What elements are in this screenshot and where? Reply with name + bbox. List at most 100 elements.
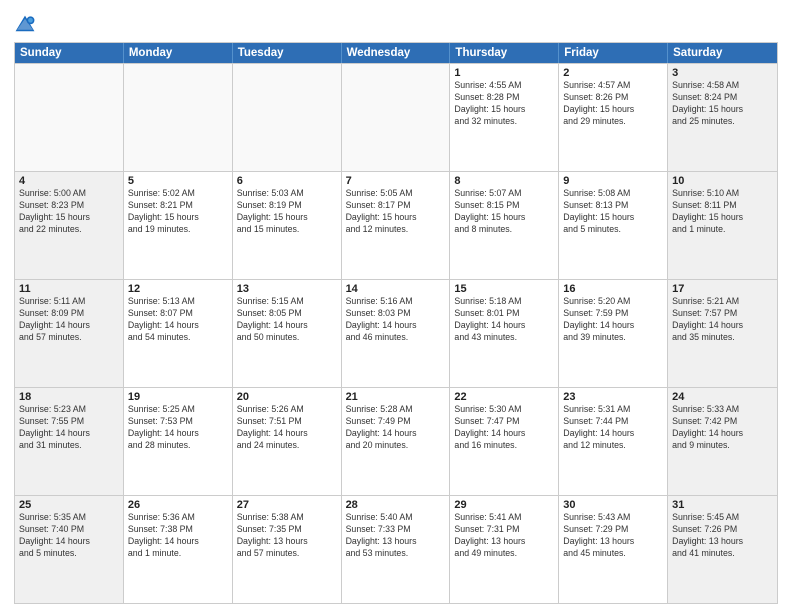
day-info: Sunrise: 5:08 AM Sunset: 8:13 PM Dayligh… [563,188,663,236]
cal-cell-8: 8Sunrise: 5:07 AM Sunset: 8:15 PM Daylig… [450,172,559,279]
day-number: 29 [454,499,554,511]
day-number: 8 [454,175,554,187]
day-info: Sunrise: 5:02 AM Sunset: 8:21 PM Dayligh… [128,188,228,236]
day-number: 19 [128,391,228,403]
day-number: 3 [672,67,773,79]
day-number: 20 [237,391,337,403]
cal-cell-16: 16Sunrise: 5:20 AM Sunset: 7:59 PM Dayli… [559,280,668,387]
day-info: Sunrise: 5:23 AM Sunset: 7:55 PM Dayligh… [19,404,119,452]
day-info: Sunrise: 5:36 AM Sunset: 7:38 PM Dayligh… [128,512,228,560]
cal-cell-4: 4Sunrise: 5:00 AM Sunset: 8:23 PM Daylig… [15,172,124,279]
cal-cell-18: 18Sunrise: 5:23 AM Sunset: 7:55 PM Dayli… [15,388,124,495]
day-info: Sunrise: 4:57 AM Sunset: 8:26 PM Dayligh… [563,80,663,128]
cal-header-sunday: Sunday [15,43,124,63]
day-info: Sunrise: 5:28 AM Sunset: 7:49 PM Dayligh… [346,404,446,452]
day-info: Sunrise: 5:26 AM Sunset: 7:51 PM Dayligh… [237,404,337,452]
day-number: 15 [454,283,554,295]
cal-cell-2: 2Sunrise: 4:57 AM Sunset: 8:26 PM Daylig… [559,64,668,171]
day-info: Sunrise: 5:18 AM Sunset: 8:01 PM Dayligh… [454,296,554,344]
cal-cell-14: 14Sunrise: 5:16 AM Sunset: 8:03 PM Dayli… [342,280,451,387]
day-info: Sunrise: 5:13 AM Sunset: 8:07 PM Dayligh… [128,296,228,344]
cal-cell-empty [233,64,342,171]
day-number: 11 [19,283,119,295]
logo [14,14,40,36]
cal-cell-10: 10Sunrise: 5:10 AM Sunset: 8:11 PM Dayli… [668,172,777,279]
cal-header-thursday: Thursday [450,43,559,63]
day-info: Sunrise: 5:35 AM Sunset: 7:40 PM Dayligh… [19,512,119,560]
day-number: 24 [672,391,773,403]
day-info: Sunrise: 5:33 AM Sunset: 7:42 PM Dayligh… [672,404,773,452]
cal-cell-1: 1Sunrise: 4:55 AM Sunset: 8:28 PM Daylig… [450,64,559,171]
day-info: Sunrise: 5:25 AM Sunset: 7:53 PM Dayligh… [128,404,228,452]
cal-cell-15: 15Sunrise: 5:18 AM Sunset: 8:01 PM Dayli… [450,280,559,387]
day-info: Sunrise: 5:21 AM Sunset: 7:57 PM Dayligh… [672,296,773,344]
cal-row-2: 11Sunrise: 5:11 AM Sunset: 8:09 PM Dayli… [15,279,777,387]
day-number: 23 [563,391,663,403]
cal-cell-22: 22Sunrise: 5:30 AM Sunset: 7:47 PM Dayli… [450,388,559,495]
day-info: Sunrise: 5:40 AM Sunset: 7:33 PM Dayligh… [346,512,446,560]
day-number: 17 [672,283,773,295]
cal-header-monday: Monday [124,43,233,63]
cal-cell-19: 19Sunrise: 5:25 AM Sunset: 7:53 PM Dayli… [124,388,233,495]
day-info: Sunrise: 5:30 AM Sunset: 7:47 PM Dayligh… [454,404,554,452]
cal-cell-31: 31Sunrise: 5:45 AM Sunset: 7:26 PM Dayli… [668,496,777,603]
day-info: Sunrise: 5:00 AM Sunset: 8:23 PM Dayligh… [19,188,119,236]
cal-row-4: 25Sunrise: 5:35 AM Sunset: 7:40 PM Dayli… [15,495,777,603]
day-number: 14 [346,283,446,295]
day-info: Sunrise: 5:07 AM Sunset: 8:15 PM Dayligh… [454,188,554,236]
cal-cell-empty [342,64,451,171]
cal-cell-9: 9Sunrise: 5:08 AM Sunset: 8:13 PM Daylig… [559,172,668,279]
day-info: Sunrise: 5:38 AM Sunset: 7:35 PM Dayligh… [237,512,337,560]
cal-cell-28: 28Sunrise: 5:40 AM Sunset: 7:33 PM Dayli… [342,496,451,603]
cal-cell-29: 29Sunrise: 5:41 AM Sunset: 7:31 PM Dayli… [450,496,559,603]
cal-cell-21: 21Sunrise: 5:28 AM Sunset: 7:49 PM Dayli… [342,388,451,495]
day-info: Sunrise: 4:58 AM Sunset: 8:24 PM Dayligh… [672,80,773,128]
day-number: 2 [563,67,663,79]
cal-row-3: 18Sunrise: 5:23 AM Sunset: 7:55 PM Dayli… [15,387,777,495]
day-info: Sunrise: 5:20 AM Sunset: 7:59 PM Dayligh… [563,296,663,344]
day-number: 5 [128,175,228,187]
day-info: Sunrise: 5:11 AM Sunset: 8:09 PM Dayligh… [19,296,119,344]
cal-cell-26: 26Sunrise: 5:36 AM Sunset: 7:38 PM Dayli… [124,496,233,603]
cal-cell-12: 12Sunrise: 5:13 AM Sunset: 8:07 PM Dayli… [124,280,233,387]
day-number: 27 [237,499,337,511]
cal-cell-11: 11Sunrise: 5:11 AM Sunset: 8:09 PM Dayli… [15,280,124,387]
calendar-body: 1Sunrise: 4:55 AM Sunset: 8:28 PM Daylig… [15,63,777,603]
cal-cell-empty [15,64,124,171]
cal-row-1: 4Sunrise: 5:00 AM Sunset: 8:23 PM Daylig… [15,171,777,279]
cal-cell-13: 13Sunrise: 5:15 AM Sunset: 8:05 PM Dayli… [233,280,342,387]
day-number: 1 [454,67,554,79]
day-number: 31 [672,499,773,511]
day-info: Sunrise: 4:55 AM Sunset: 8:28 PM Dayligh… [454,80,554,128]
day-number: 12 [128,283,228,295]
cal-row-0: 1Sunrise: 4:55 AM Sunset: 8:28 PM Daylig… [15,63,777,171]
day-info: Sunrise: 5:45 AM Sunset: 7:26 PM Dayligh… [672,512,773,560]
day-number: 13 [237,283,337,295]
calendar: SundayMondayTuesdayWednesdayThursdayFrid… [14,42,778,604]
day-number: 30 [563,499,663,511]
day-info: Sunrise: 5:16 AM Sunset: 8:03 PM Dayligh… [346,296,446,344]
cal-cell-empty [124,64,233,171]
cal-header-wednesday: Wednesday [342,43,451,63]
cal-cell-7: 7Sunrise: 5:05 AM Sunset: 8:17 PM Daylig… [342,172,451,279]
cal-cell-3: 3Sunrise: 4:58 AM Sunset: 8:24 PM Daylig… [668,64,777,171]
header [14,10,778,36]
day-number: 10 [672,175,773,187]
day-info: Sunrise: 5:03 AM Sunset: 8:19 PM Dayligh… [237,188,337,236]
cal-cell-17: 17Sunrise: 5:21 AM Sunset: 7:57 PM Dayli… [668,280,777,387]
cal-cell-20: 20Sunrise: 5:26 AM Sunset: 7:51 PM Dayli… [233,388,342,495]
day-number: 6 [237,175,337,187]
page: SundayMondayTuesdayWednesdayThursdayFrid… [0,0,792,612]
day-info: Sunrise: 5:05 AM Sunset: 8:17 PM Dayligh… [346,188,446,236]
cal-cell-25: 25Sunrise: 5:35 AM Sunset: 7:40 PM Dayli… [15,496,124,603]
cal-header-friday: Friday [559,43,668,63]
day-info: Sunrise: 5:41 AM Sunset: 7:31 PM Dayligh… [454,512,554,560]
day-number: 25 [19,499,119,511]
day-number: 4 [19,175,119,187]
day-number: 26 [128,499,228,511]
day-number: 28 [346,499,446,511]
day-info: Sunrise: 5:31 AM Sunset: 7:44 PM Dayligh… [563,404,663,452]
day-number: 18 [19,391,119,403]
day-number: 16 [563,283,663,295]
day-info: Sunrise: 5:15 AM Sunset: 8:05 PM Dayligh… [237,296,337,344]
